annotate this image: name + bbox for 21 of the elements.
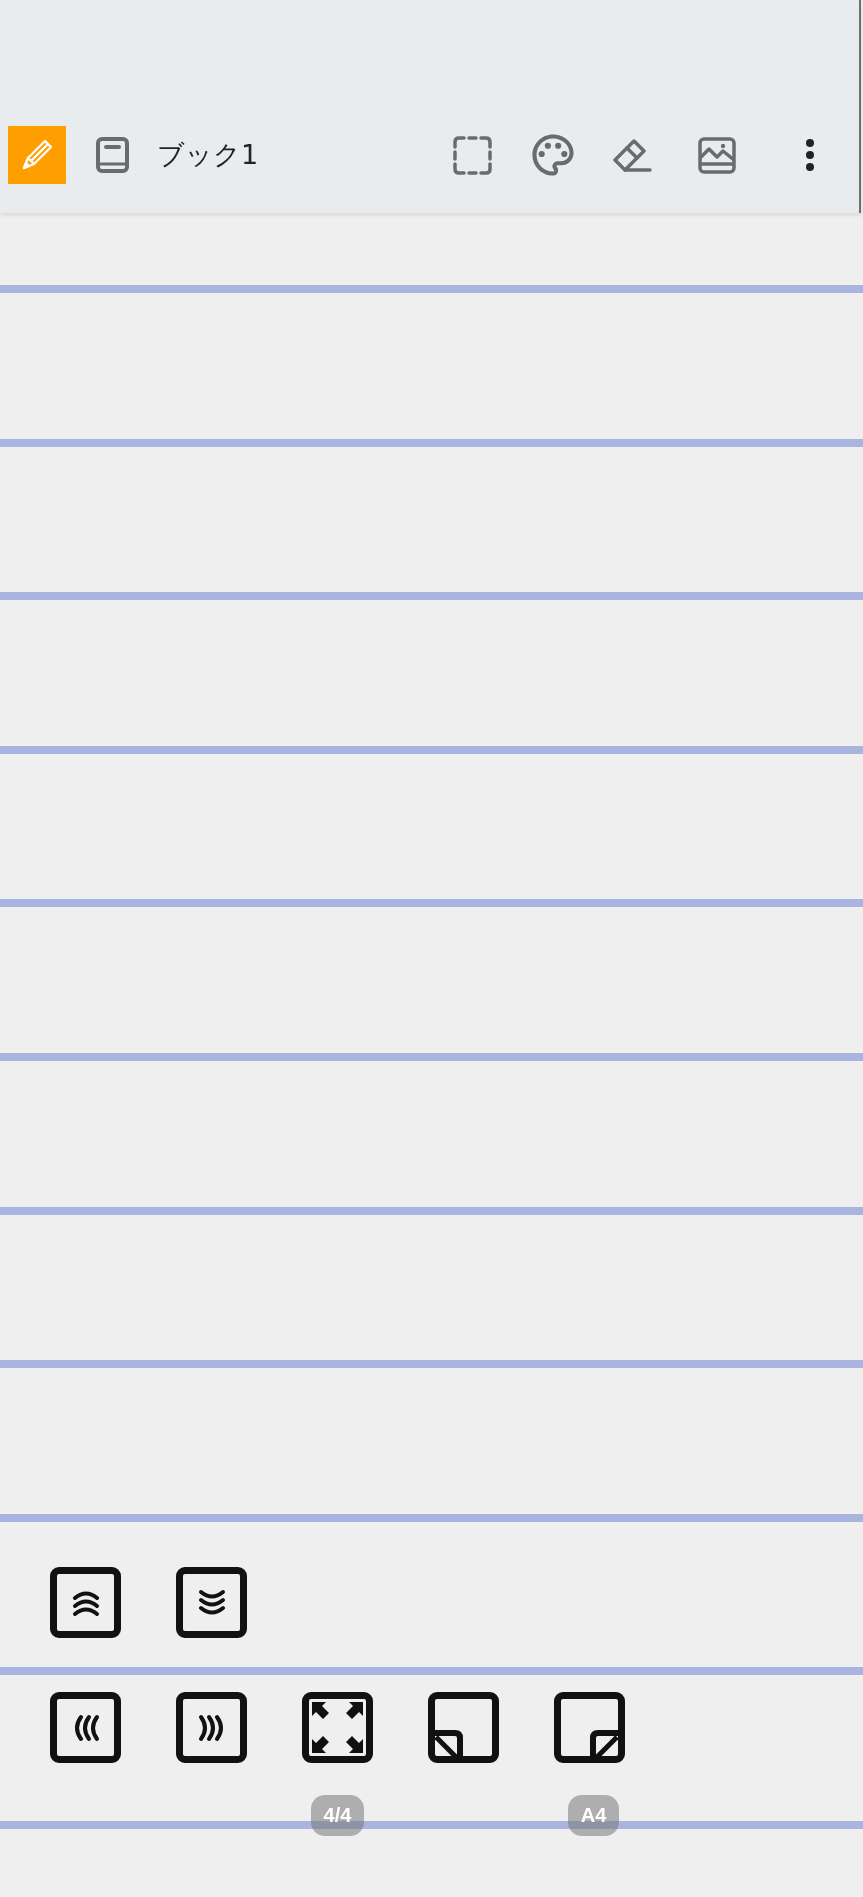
scroll-up-button[interactable] [50, 1567, 121, 1638]
folded-corner-icon [435, 1730, 463, 1756]
fullscreen-button[interactable] [302, 1692, 373, 1763]
chevrons-down-icon [196, 1587, 227, 1618]
scroll-down-button[interactable] [176, 1567, 247, 1638]
palette-icon[interactable] [532, 134, 574, 176]
eraser-icon[interactable] [613, 137, 653, 173]
book-icon[interactable] [96, 137, 129, 173]
pencil-icon [21, 139, 53, 171]
corner-right-button[interactable] [554, 1692, 625, 1763]
more-icon[interactable] [805, 138, 815, 172]
page-counter: 4/4 [310, 1795, 365, 1836]
corner-left-button[interactable] [428, 1692, 499, 1763]
next-page-button[interactable] [176, 1692, 247, 1763]
notebook-title: ブック1 [157, 138, 259, 172]
image-icon[interactable] [698, 136, 736, 174]
folded-corner-icon [590, 1730, 618, 1756]
previous-page-button[interactable] [50, 1692, 121, 1763]
paper-size-label: A4 [567, 1795, 620, 1836]
dashed-square-icon[interactable] [453, 135, 492, 175]
fullscreen-icon [311, 1701, 364, 1754]
